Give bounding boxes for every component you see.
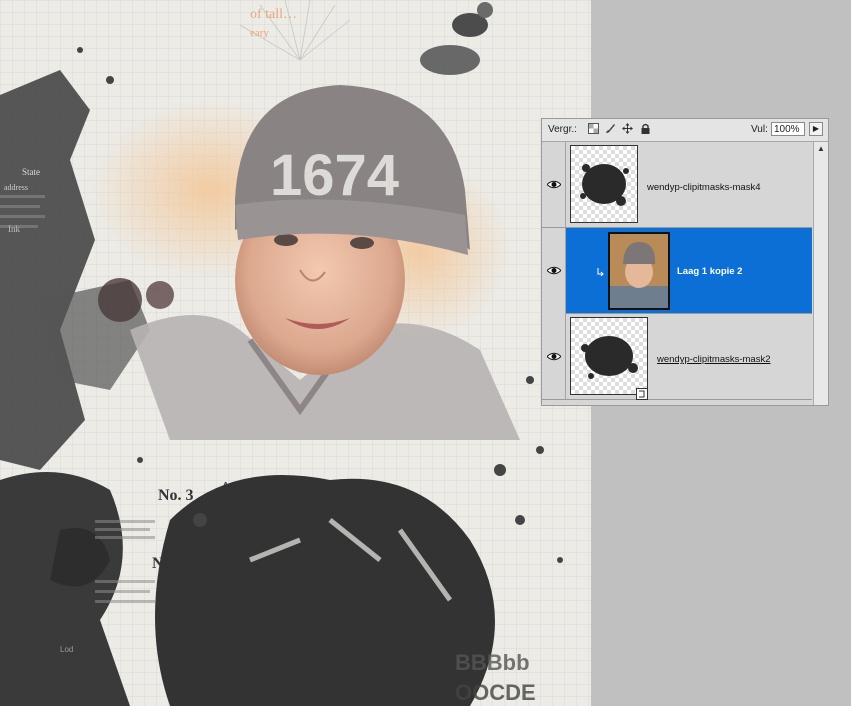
bottom-letters-1: BBBbb bbox=[455, 650, 530, 675]
eye-icon bbox=[547, 266, 561, 275]
document-canvas[interactable]: 1674 of tall… eary No. 3 No. 4 AAA BBBbb… bbox=[0, 0, 591, 706]
visibility-toggle[interactable] bbox=[542, 228, 566, 314]
eye-icon bbox=[547, 180, 561, 189]
layer-thumbnail bbox=[570, 317, 648, 395]
hat-number-text: 1674 bbox=[270, 143, 399, 208]
layer-row-mask2[interactable]: wendyp-clipitmasks-mask2 bbox=[542, 314, 812, 400]
side-text-2: address bbox=[4, 183, 28, 192]
side-text-4: Lod bbox=[60, 645, 73, 654]
lock-transparent-icon[interactable] bbox=[588, 123, 599, 134]
layers-panel: Vergr.: Vul: 100% ▶ wendyp-clipitmasks-m… bbox=[541, 118, 829, 406]
layer-row-mask4[interactable]: wendyp-clipitmasks-mask4 bbox=[542, 142, 812, 228]
layer-thumbnail bbox=[570, 145, 638, 223]
stamp-no3: No. 3 bbox=[158, 487, 194, 504]
clipping-arrow-icon bbox=[597, 268, 604, 276]
visibility-toggle[interactable] bbox=[542, 314, 566, 400]
opacity-flyout-button[interactable]: ▶ bbox=[809, 122, 823, 136]
bottom-letters-2: OOCDE bbox=[455, 680, 536, 705]
mask-thumbnail-image bbox=[581, 336, 638, 379]
header-text-2: eary bbox=[250, 27, 269, 39]
layers-toolbar: Vergr.: Vul: 100% ▶ bbox=[542, 119, 828, 142]
opacity-label: Vul: bbox=[751, 124, 768, 135]
layer-list: wendyp-clipitmasks-mask4 Laag 1 kopie 2 … bbox=[542, 142, 812, 405]
header-text-1: of tall… bbox=[250, 7, 297, 22]
stamp-aaa: AAA bbox=[222, 480, 244, 494]
side-text-1: State bbox=[22, 167, 40, 177]
layer-name[interactable]: wendyp-clipitmasks-mask4 bbox=[647, 182, 761, 193]
artwork: 1674 of tall… eary No. 3 No. 4 AAA BBBbb… bbox=[0, 0, 563, 706]
photo-thumbnail-image bbox=[610, 234, 668, 308]
lock-label: Vergr.: bbox=[548, 124, 577, 135]
layer-thumbnail bbox=[608, 232, 670, 310]
lock-move-icon[interactable] bbox=[622, 123, 633, 134]
lock-brush-icon[interactable] bbox=[605, 123, 616, 134]
stamp-no4: No. 4 bbox=[152, 555, 188, 572]
mask-thumbnail-image bbox=[580, 164, 629, 206]
layer-row-laag1-kopie2[interactable]: Laag 1 kopie 2 bbox=[542, 228, 812, 314]
layer-name[interactable]: wendyp-clipitmasks-mask2 bbox=[657, 354, 771, 365]
layer-name[interactable]: Laag 1 kopie 2 bbox=[677, 266, 742, 277]
fill-opacity-input[interactable]: 100% bbox=[771, 122, 805, 136]
scroll-up-arrow[interactable]: ▲ bbox=[817, 144, 825, 153]
layers-scrollbar[interactable]: ▲ bbox=[813, 142, 828, 405]
side-text-3: Ink bbox=[8, 224, 20, 234]
layer-link-icon bbox=[636, 388, 648, 400]
eye-icon bbox=[547, 352, 561, 361]
visibility-toggle[interactable] bbox=[542, 142, 566, 228]
lock-all-icon[interactable] bbox=[640, 123, 651, 134]
